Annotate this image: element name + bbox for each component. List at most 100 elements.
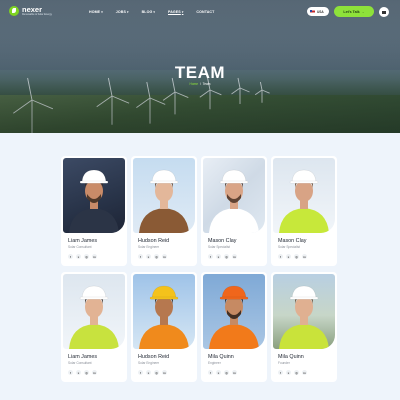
chevron-down-icon: ▾ (181, 10, 184, 14)
facebook-icon[interactable]: f (138, 254, 143, 259)
instagram-icon[interactable]: ◎ (224, 254, 229, 259)
x-twitter-icon[interactable]: x (146, 370, 151, 375)
team-member-role: Solar Engineer (138, 361, 160, 365)
team-member-name[interactable]: Mason Clay (208, 238, 236, 244)
us-flag-icon (310, 9, 315, 14)
team-member-name[interactable]: Liam James (68, 354, 97, 360)
breadcrumb-home-link[interactable]: Home (190, 82, 199, 86)
x-twitter-icon[interactable]: x (76, 254, 81, 259)
lets-talk-button[interactable]: Let's Talk → (334, 6, 374, 17)
team-card[interactable]: Hudson Reid Solar Engineer f x ◎ in (131, 272, 197, 382)
person-illustration (139, 169, 189, 233)
team-member-name[interactable]: Mila Quinn (278, 354, 304, 360)
language-selector[interactable]: USA (307, 7, 329, 16)
team-member-photo (63, 274, 125, 349)
linkedin-icon[interactable]: in (162, 254, 167, 259)
team-member-name[interactable]: Liam James (68, 238, 97, 244)
chevron-down-icon: ▾ (126, 10, 129, 14)
instagram-icon[interactable]: ◎ (154, 254, 159, 259)
instagram-icon[interactable]: ◎ (84, 370, 89, 375)
logo-tagline: Renewable & Solar Energy (22, 13, 53, 16)
facebook-icon[interactable]: f (68, 254, 73, 259)
team-member-name[interactable]: Hudson Reid (138, 354, 169, 360)
logo[interactable]: nexer Renewable & Solar Energy (9, 6, 52, 16)
site-header: nexer Renewable & Solar Energy HOME ▾ JOBS… (0, 0, 400, 24)
facebook-icon[interactable]: f (208, 370, 213, 375)
x-twitter-icon[interactable]: x (286, 370, 291, 375)
team-member-name[interactable]: Mila Quinn (208, 354, 234, 360)
nav-item-contact[interactable]: CONTACT (196, 10, 214, 14)
person-illustration (69, 285, 119, 349)
x-twitter-icon[interactable]: x (146, 254, 151, 259)
team-card[interactable]: Hudson Reid Solar Engineer f x ◎ in (131, 156, 197, 266)
team-card[interactable]: Mason Clay Solar Specialist f x ◎ in (201, 156, 267, 266)
team-member-name[interactable]: Mason Clay (278, 238, 306, 244)
arrow-right-icon: → (361, 9, 365, 14)
social-links: f x ◎ in (138, 254, 167, 259)
nav-item-home[interactable]: HOME ▾ (89, 10, 103, 14)
team-card[interactable]: Liam James Solar Consultant f x ◎ in (61, 272, 127, 382)
breadcrumb-separator: / (199, 82, 201, 86)
nav-item-pages[interactable]: PAGES ▾ (168, 10, 183, 14)
nav-item-label: HOME (89, 10, 101, 14)
logo-name: nexer (22, 5, 43, 14)
team-member-role: Solar Engineer (138, 245, 160, 249)
team-member-role: Founder (278, 361, 290, 365)
team-member-photo (273, 274, 335, 349)
facebook-icon[interactable]: f (138, 370, 143, 375)
leaf-logo-icon (9, 6, 19, 16)
instagram-icon[interactable]: ◎ (224, 370, 229, 375)
person-illustration (209, 169, 259, 233)
hamburger-icon (382, 10, 386, 14)
linkedin-icon[interactable]: in (302, 254, 307, 259)
menu-toggle-button[interactable] (379, 7, 389, 17)
linkedin-icon[interactable]: in (232, 370, 237, 375)
linkedin-icon[interactable]: in (92, 370, 97, 375)
facebook-icon[interactable]: f (278, 370, 283, 375)
nav-item-jobs[interactable]: JOBS ▾ (116, 10, 129, 14)
person-illustration (209, 285, 259, 349)
x-twitter-icon[interactable]: x (76, 370, 81, 375)
facebook-icon[interactable]: f (68, 370, 73, 375)
lets-talk-label: Let's Talk (343, 9, 360, 14)
linkedin-icon[interactable]: in (162, 370, 167, 375)
main-nav: HOME ▾ JOBS ▾ BLOG ▾ PAGES ▾ CONTACT (89, 10, 227, 14)
team-card[interactable]: Liam James Solar Consultant f x ◎ in (61, 156, 127, 266)
team-member-role: Engineer (208, 361, 221, 365)
team-member-photo (63, 158, 125, 233)
team-card[interactable]: Mila Quinn Engineer f x ◎ in (201, 272, 267, 382)
team-card[interactable]: Mila Quinn Founder f x ◎ in (271, 272, 337, 382)
chevron-down-icon: ▾ (153, 10, 155, 14)
facebook-icon[interactable]: f (278, 254, 283, 259)
x-twitter-icon[interactable]: x (216, 254, 221, 259)
facebook-icon[interactable]: f (208, 254, 213, 259)
team-member-photo (133, 274, 195, 349)
linkedin-icon[interactable]: in (302, 370, 307, 375)
linkedin-icon[interactable]: in (232, 254, 237, 259)
person-illustration (139, 285, 189, 349)
linkedin-icon[interactable]: in (92, 254, 97, 259)
instagram-icon[interactable]: ◎ (154, 370, 159, 375)
social-links: f x ◎ in (68, 370, 97, 375)
person-illustration (279, 285, 329, 349)
nav-item-label: BLOG (141, 10, 153, 14)
instagram-icon[interactable]: ◎ (294, 254, 299, 259)
team-member-name[interactable]: Hudson Reid (138, 238, 169, 244)
person-illustration (279, 169, 329, 233)
x-twitter-icon[interactable]: x (216, 370, 221, 375)
person-illustration (69, 169, 119, 233)
team-member-photo (273, 158, 335, 233)
team-member-role: Solar Consultant (68, 245, 92, 249)
x-twitter-icon[interactable]: x (286, 254, 291, 259)
nav-item-blog[interactable]: BLOG ▾ (142, 10, 155, 14)
breadcrumb-current: Team (202, 82, 211, 86)
instagram-icon[interactable]: ◎ (84, 254, 89, 259)
team-member-photo (203, 274, 265, 349)
language-label: USA (317, 9, 324, 14)
page-title: TEAM (174, 63, 226, 82)
instagram-icon[interactable]: ◎ (294, 370, 299, 375)
nav-item-label: CONTACT (196, 10, 215, 14)
team-card[interactable]: Mason Clay Solar Specialist f x ◎ in (271, 156, 337, 266)
team-member-photo (203, 158, 265, 233)
team-member-role: Solar Consultant (68, 361, 92, 365)
